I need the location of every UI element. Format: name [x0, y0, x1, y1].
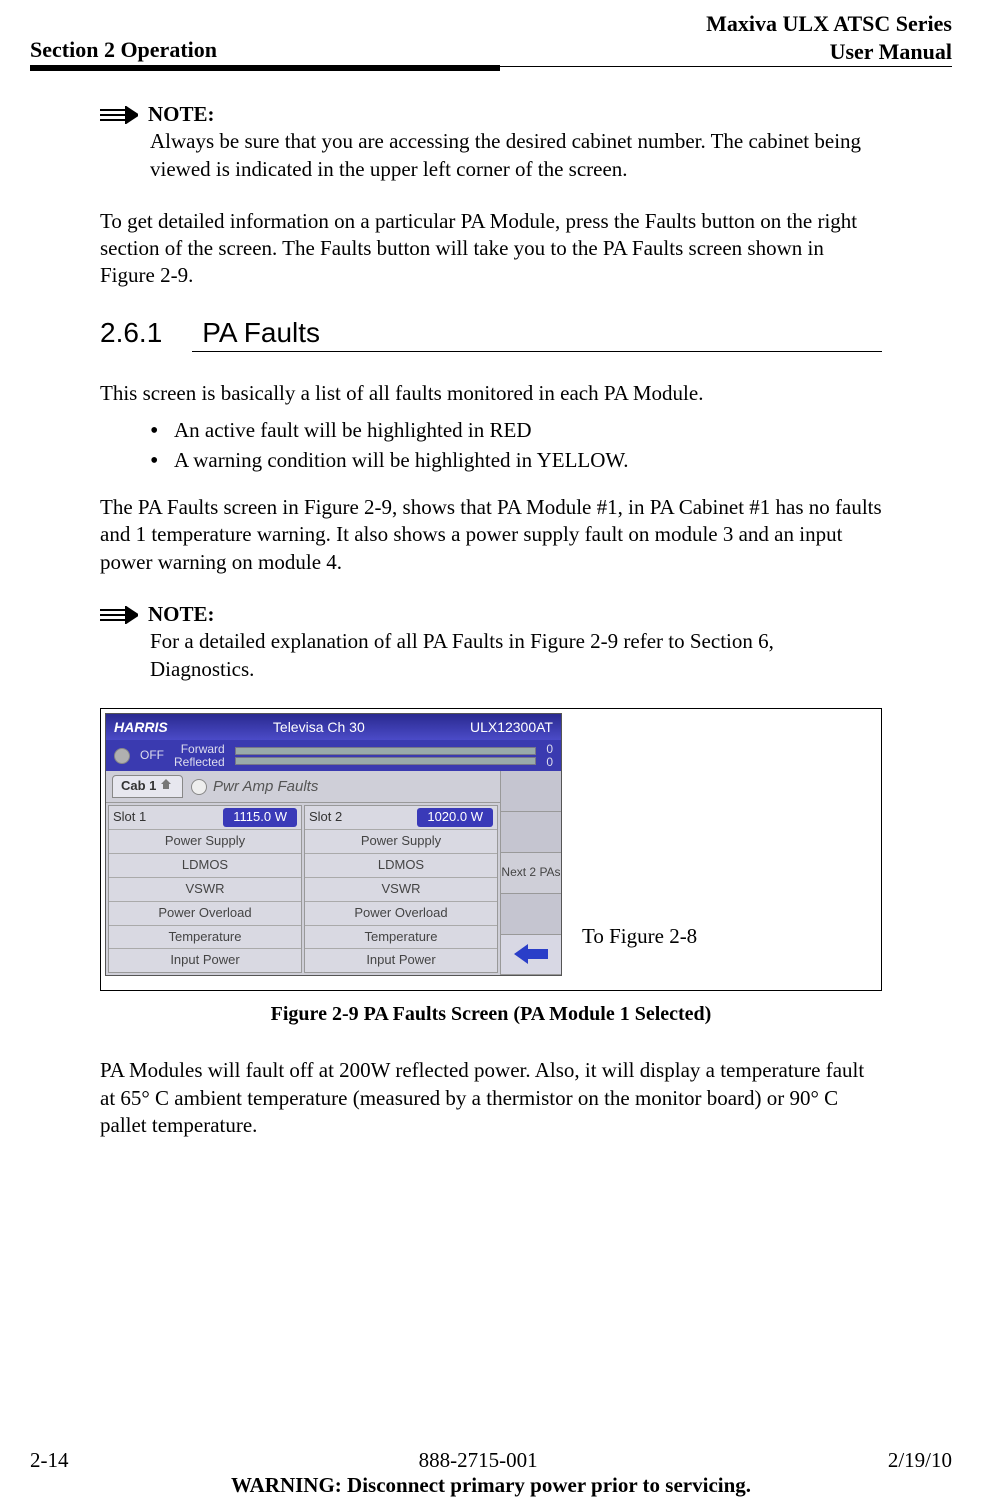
figure-side-label: To Figure 2-8 [582, 923, 697, 976]
paragraph-thresholds: PA Modules will fault off at 200W reflec… [100, 1057, 882, 1139]
fault-row: LDMOS [305, 853, 497, 877]
bullet-item: An active fault will be highlighted in R… [150, 417, 882, 444]
subsection-number: 2.6.1 [100, 315, 162, 351]
paragraph-example: The PA Faults screen in Figure 2-9, show… [100, 494, 882, 576]
fault-row: Power Supply [109, 829, 301, 853]
reflected-bar [235, 757, 537, 765]
fault-row: Temperature [305, 925, 497, 949]
side-button-next-pas[interactable]: Next 2 PAs [501, 853, 561, 894]
doc-title-block: Maxiva ULX ATSC Series User Manual [706, 10, 952, 65]
note-block-2: NOTE: For a detailed explanation of all … [100, 601, 882, 683]
device-tabrow: Cab 1 Pwr Amp Faults [106, 771, 500, 803]
note-label: NOTE: [148, 601, 215, 628]
bullet-item: A warning condition will be highlighted … [150, 447, 882, 474]
manual-title: User Manual [706, 38, 952, 66]
note-arrow-icon [100, 606, 138, 624]
fault-row: Temperature [109, 925, 301, 949]
vendor-logo: HARRIS [114, 718, 168, 736]
fault-row: VSWR [305, 877, 497, 901]
subsection-title: PA Faults [202, 315, 320, 351]
slot-panel-2: Slot 2 1020.0 W Power Supply LDMOS VSWR … [304, 805, 498, 973]
status-lamp-icon [114, 748, 130, 764]
subsection-heading: 2.6.1 PA Faults [100, 315, 882, 352]
note-arrow-icon [100, 106, 138, 124]
label-forward: Forward [174, 743, 225, 756]
document-number: 888-2715-001 [419, 1448, 538, 1473]
slot-title: Slot 1 [113, 809, 146, 826]
device-model: ULX12300AT [470, 718, 553, 736]
paragraph-intro: To get detailed information on a particu… [100, 208, 882, 290]
side-button-blank[interactable] [501, 812, 561, 853]
device-sidebar: Next 2 PAs [500, 771, 561, 975]
paragraph-desc: This screen is basically a list of all f… [100, 380, 882, 407]
refresh-icon [191, 779, 207, 795]
section-label: Section 2 Operation [30, 37, 217, 65]
reflected-value: 0 [546, 756, 553, 769]
label-reflected: Reflected [174, 756, 225, 769]
side-button-back[interactable] [501, 935, 561, 976]
bullet-list: An active fault will be highlighted in R… [150, 417, 882, 474]
fault-row: Input Power [109, 948, 301, 972]
device-titlebar: HARRIS Televisa Ch 30 ULX12300AT [106, 714, 561, 740]
device-channel: Televisa Ch 30 [273, 718, 365, 736]
screen-title: Pwr Amp Faults [191, 777, 318, 797]
slot-title: Slot 2 [309, 809, 342, 826]
figure-container: HARRIS Televisa Ch 30 ULX12300AT OFF For… [100, 708, 882, 992]
side-button-blank[interactable] [501, 894, 561, 935]
figure-caption: Figure 2-9 PA Faults Screen (PA Module 1… [100, 1001, 882, 1027]
fault-row: Power Overload [109, 901, 301, 925]
note-body: Always be sure that you are accessing th… [150, 128, 882, 183]
forward-value: 0 [546, 743, 553, 756]
side-button-blank[interactable] [501, 771, 561, 812]
back-arrow-icon [514, 944, 548, 964]
status-off: OFF [140, 748, 164, 764]
note-body: For a detailed explanation of all PA Fau… [150, 628, 882, 683]
footer-warning: WARNING: Disconnect primary power prior … [30, 1473, 952, 1498]
document-date: 2/19/10 [888, 1448, 952, 1473]
fault-row: Power Overload [305, 901, 497, 925]
fault-row: VSWR [109, 877, 301, 901]
device-screenshot: HARRIS Televisa Ch 30 ULX12300AT OFF For… [105, 713, 562, 977]
fault-row: Power Supply [305, 829, 497, 853]
fault-row: LDMOS [109, 853, 301, 877]
forward-bar [235, 747, 537, 755]
device-statusbar: OFF Forward Reflected 0 0 [106, 740, 561, 771]
note-label: NOTE: [148, 101, 215, 128]
home-icon [160, 778, 174, 792]
series-title: Maxiva ULX ATSC Series [706, 10, 952, 38]
cabinet-tab[interactable]: Cab 1 [112, 775, 183, 798]
fault-row: Input Power [305, 948, 497, 972]
slot-power-value: 1115.0 W [223, 808, 297, 827]
page-footer: 2-14 888-2715-001 2/19/10 WARNING: Disco… [30, 1448, 952, 1498]
page-number: 2-14 [30, 1448, 69, 1473]
slot-power-value: 1020.0 W [417, 808, 493, 827]
slot-panel-1: Slot 1 1115.0 W Power Supply LDMOS VSWR … [108, 805, 302, 973]
note-block-1: NOTE: Always be sure that you are access… [100, 101, 882, 183]
page-header: Section 2 Operation Maxiva ULX ATSC Seri… [30, 0, 952, 65]
